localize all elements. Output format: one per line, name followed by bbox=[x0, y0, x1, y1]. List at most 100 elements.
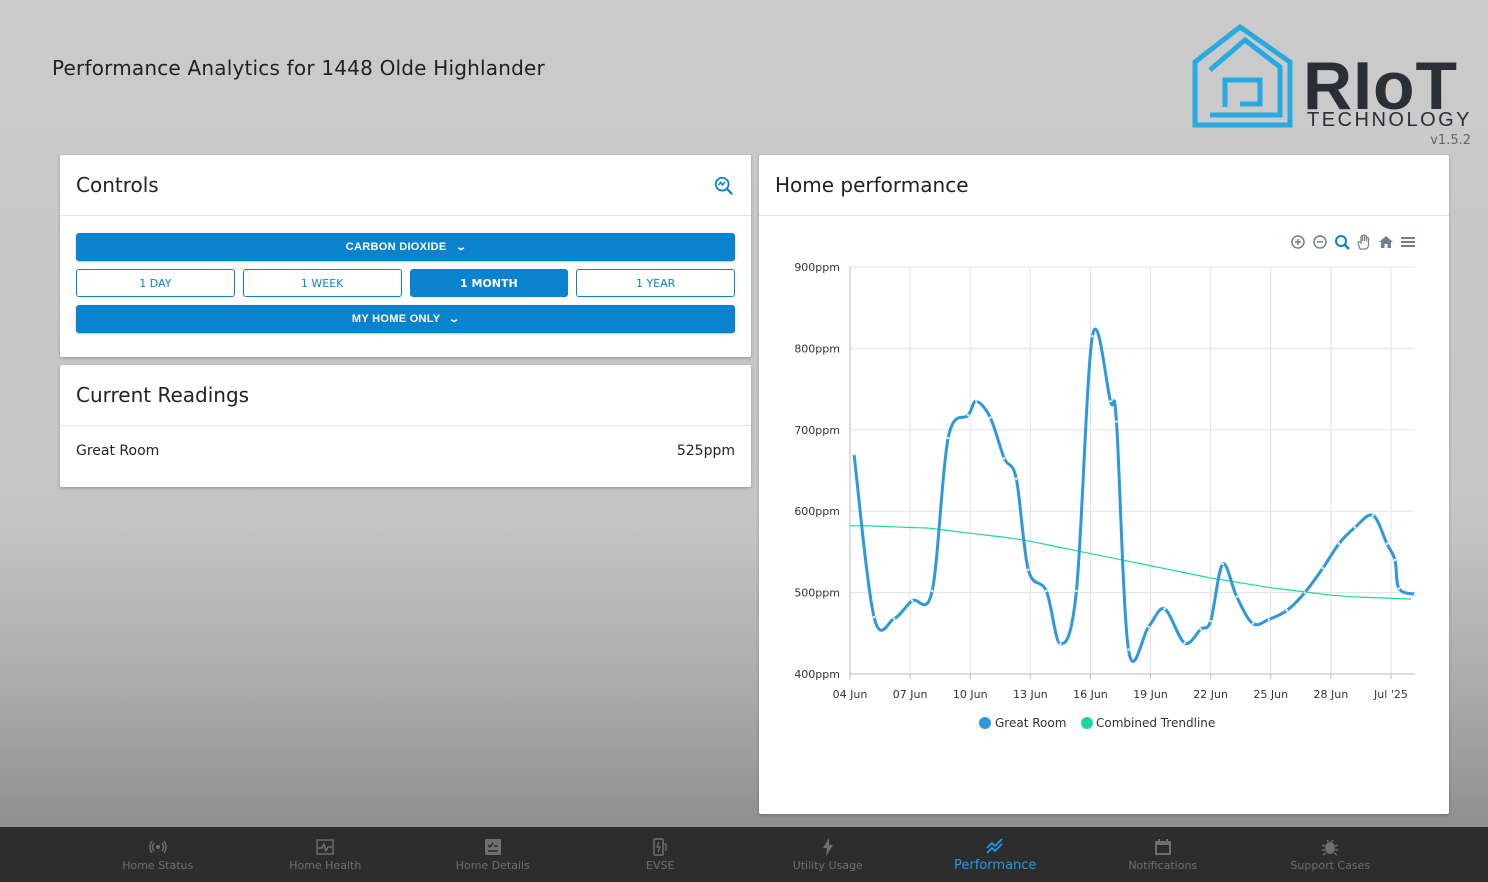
reading-row: Great Room 525ppm bbox=[76, 443, 735, 459]
zoom-out-icon[interactable] bbox=[1311, 233, 1329, 251]
data-point bbox=[1127, 648, 1130, 651]
data-point bbox=[1321, 566, 1325, 570]
x-tick-label: 19 Jun bbox=[1133, 688, 1168, 701]
reading-room-name: Great Room bbox=[76, 443, 160, 459]
performance-title: Home performance bbox=[775, 173, 969, 197]
data-point bbox=[1075, 589, 1078, 593]
home-performance-card: Home performance 400ppm 500ppm 600ppm 700pp… bbox=[759, 155, 1449, 814]
nav-item-notifications[interactable]: Notifications bbox=[1079, 827, 1247, 882]
health-chart-icon bbox=[316, 839, 334, 855]
bolt-icon bbox=[822, 838, 833, 856]
nav-label: Performance bbox=[954, 858, 1037, 873]
data-point bbox=[1045, 589, 1048, 593]
data-point bbox=[1221, 562, 1224, 566]
range-button-1-year[interactable]: 1 YEAR bbox=[576, 269, 735, 297]
legend-marker-combined-trendline bbox=[1081, 717, 1093, 729]
chart-area: 400ppm 500ppm 600ppm 700ppm 800ppm 900ppm 04 J… bbox=[759, 216, 1449, 814]
pan-icon[interactable] bbox=[1355, 233, 1373, 251]
trend-icon bbox=[986, 838, 1003, 854]
data-point bbox=[1353, 526, 1357, 529]
data-point bbox=[946, 436, 950, 440]
data-point bbox=[1413, 593, 1417, 596]
co2-line-chart: 400ppm 500ppm 600ppm 700ppm 800ppm 900ppm 04 J… bbox=[794, 261, 1417, 730]
legend-label-combined-trendline: Combined Trendline bbox=[1096, 716, 1215, 730]
x-tick-label: 16 Jun bbox=[1073, 688, 1108, 701]
data-point bbox=[1235, 595, 1238, 598]
chart-toolbar bbox=[1289, 233, 1417, 251]
ev-charger-icon bbox=[653, 838, 667, 856]
page-title: Performance Analytics for 1448 Olde High… bbox=[52, 56, 545, 80]
nav-label: Support Cases bbox=[1290, 859, 1371, 872]
nav-label: Home Details bbox=[455, 859, 530, 872]
version-label: v1.5.2 bbox=[1430, 133, 1471, 148]
data-point bbox=[1091, 334, 1094, 338]
data-point bbox=[1209, 619, 1212, 623]
nav-item-home-details[interactable]: Home Details bbox=[409, 827, 577, 882]
nav-label: Utility Usage bbox=[792, 859, 863, 872]
calendar-icon bbox=[1154, 839, 1171, 855]
x-tick-label: 28 Jun bbox=[1314, 688, 1349, 701]
data-point bbox=[1303, 591, 1307, 594]
data-point bbox=[1371, 514, 1375, 517]
y-tick-label: 500ppm bbox=[794, 587, 840, 600]
scope-dropdown[interactable]: MY HOME ONLY ⌄ bbox=[76, 305, 735, 333]
zoom-in-icon[interactable] bbox=[1289, 233, 1307, 251]
nav-item-performance[interactable]: Performance bbox=[912, 827, 1080, 882]
y-tick-label: 800ppm bbox=[794, 342, 840, 355]
x-tick-label: 07 Jun bbox=[893, 688, 928, 701]
current-readings-card: Current Readings Great Room 525ppm bbox=[60, 365, 751, 487]
analytics-search-icon[interactable] bbox=[713, 175, 735, 197]
metric-dropdown[interactable]: CARBON DIOXIDE ⌄ bbox=[76, 233, 735, 261]
data-point bbox=[975, 400, 978, 403]
scope-label: MY HOME ONLY bbox=[351, 313, 441, 325]
range-button-1-month[interactable]: 1 MONTH bbox=[409, 269, 569, 297]
legend-label-great-room: Great Room bbox=[995, 716, 1066, 730]
legend-marker-great-room bbox=[979, 717, 991, 729]
nav-item-utility-usage[interactable]: Utility Usage bbox=[744, 827, 912, 882]
x-tick-label: 13 Jun bbox=[1013, 688, 1048, 701]
data-point bbox=[1397, 587, 1401, 590]
data-point bbox=[1115, 420, 1118, 423]
riot-technology-logo: RIoT TECHNOLOGY bbox=[1190, 22, 1475, 132]
data-point bbox=[989, 416, 992, 419]
bottom-navigation: Home Status Home Health Home Details EVS… bbox=[0, 827, 1488, 882]
broadcast-icon bbox=[149, 840, 167, 854]
data-point bbox=[1385, 542, 1389, 545]
range-button-1-day[interactable]: 1 DAY bbox=[76, 269, 235, 297]
data-point bbox=[930, 589, 934, 593]
nav-item-support-cases[interactable]: Support Cases bbox=[1247, 827, 1415, 882]
data-point bbox=[1199, 628, 1202, 631]
nav-item-home-status[interactable]: Home Status bbox=[74, 827, 242, 882]
data-point bbox=[1251, 622, 1254, 625]
nav-label: Home Health bbox=[289, 859, 362, 872]
nav-item-home-health[interactable]: Home Health bbox=[242, 827, 410, 882]
y-tick-label: 600ppm bbox=[794, 505, 840, 518]
nav-item-evse[interactable]: EVSE bbox=[577, 827, 745, 882]
data-point bbox=[1027, 568, 1030, 572]
controls-header: Controls bbox=[60, 155, 751, 216]
metric-label: CARBON DIOXIDE bbox=[345, 241, 447, 253]
nav-label: EVSE bbox=[646, 859, 675, 872]
zoom-selection-icon[interactable] bbox=[1333, 233, 1351, 251]
data-point bbox=[872, 615, 876, 619]
data-point bbox=[1147, 625, 1150, 628]
y-tick-label: 400ppm bbox=[794, 668, 840, 681]
x-tick-label: 25 Jun bbox=[1253, 688, 1288, 701]
reset-home-icon[interactable] bbox=[1377, 233, 1395, 251]
data-point bbox=[892, 617, 896, 620]
x-tick-label: Jul '25 bbox=[1373, 688, 1408, 701]
range-button-1-week[interactable]: 1 WEEK bbox=[242, 269, 402, 297]
reading-value: 525ppm bbox=[676, 443, 735, 459]
data-point bbox=[967, 413, 970, 417]
controls-title: Controls bbox=[76, 173, 159, 197]
x-tick-label: 10 Jun bbox=[953, 688, 988, 701]
data-point bbox=[1393, 558, 1397, 562]
readings-title: Current Readings bbox=[76, 383, 250, 407]
data-point bbox=[1059, 642, 1062, 646]
data-point bbox=[1109, 400, 1112, 403]
y-tick-label: 700ppm bbox=[794, 424, 840, 437]
menu-icon[interactable] bbox=[1399, 233, 1417, 251]
data-point bbox=[1015, 477, 1018, 480]
chevron-down-icon: ⌄ bbox=[454, 241, 467, 253]
data-point bbox=[1337, 542, 1341, 545]
